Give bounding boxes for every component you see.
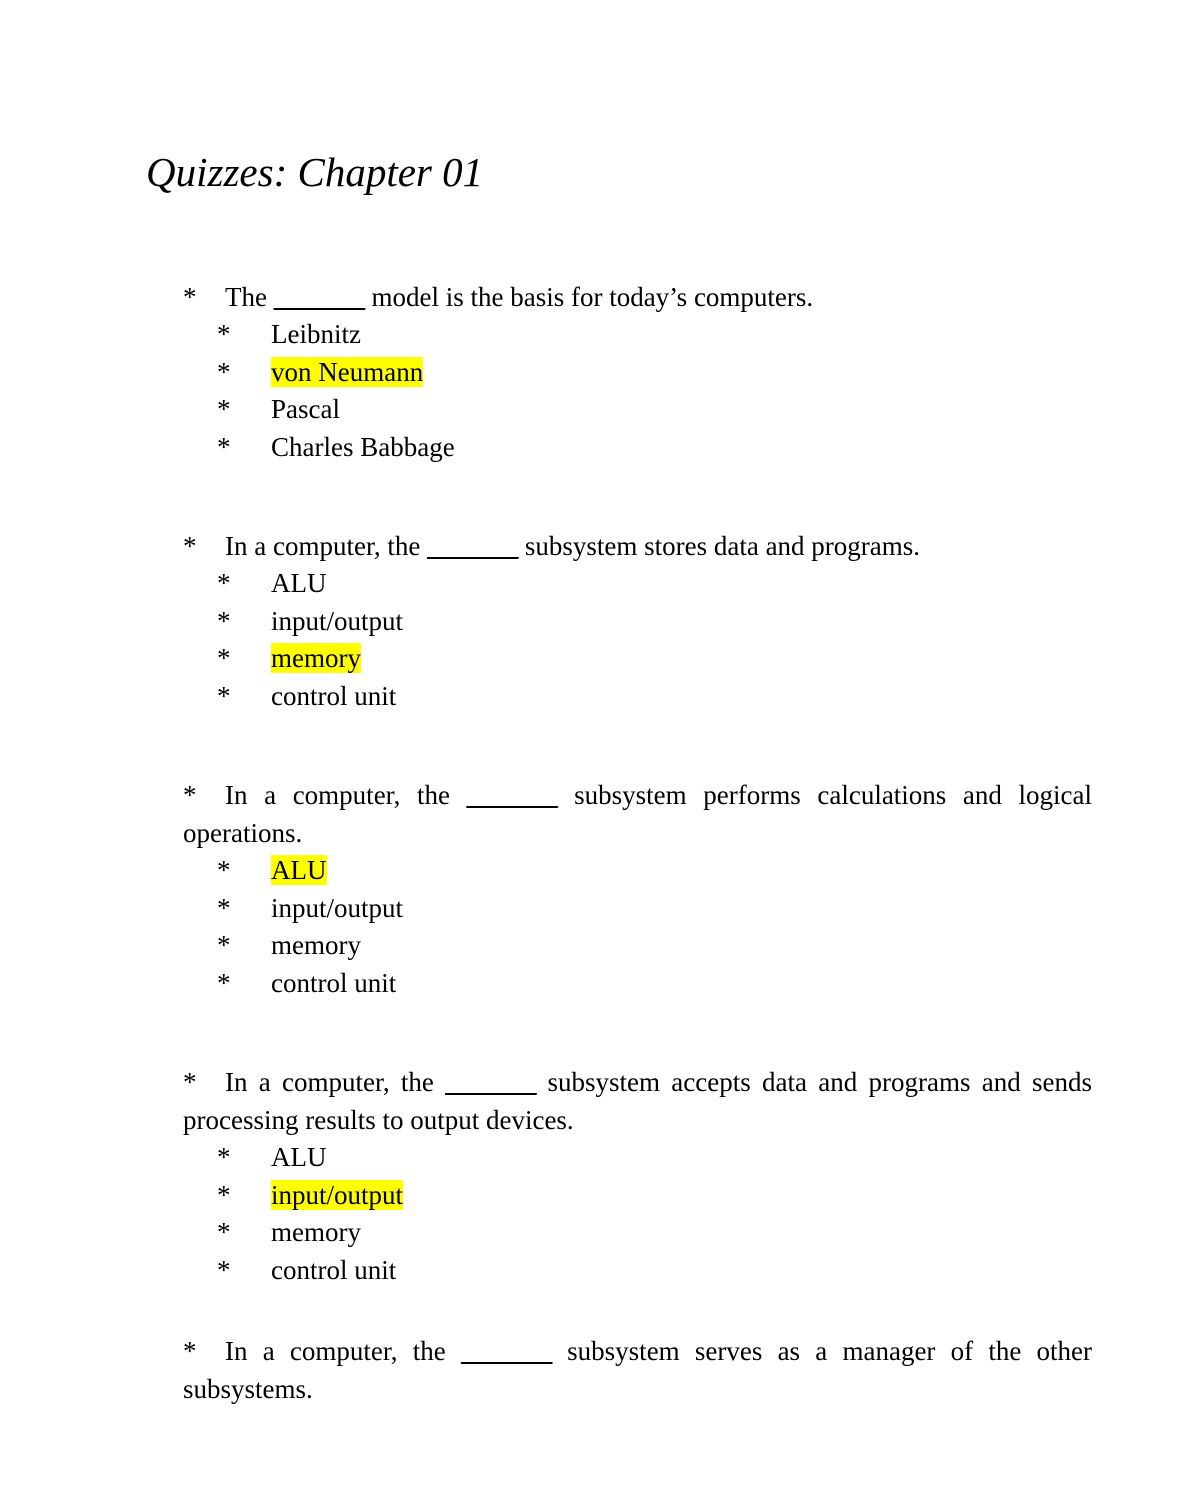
question-text-3: * In a computer, the _______ subsystem pe… — [183, 776, 1092, 852]
option-label: memory — [271, 930, 361, 960]
option-label: control unit — [271, 680, 397, 711]
question-text-1: * The _______ model is the basis for toda… — [183, 278, 1092, 316]
question-text-after-blank: subsystem stores data and programs. — [518, 531, 921, 561]
option-label: Leibnitz — [271, 319, 361, 349]
option-item[interactable]: * Pascal — [183, 391, 1092, 429]
option-item[interactable]: * von Neumann — [183, 354, 1092, 392]
answer-blank: _______ — [466, 780, 559, 810]
option-item[interactable]: * ALU — [183, 852, 1092, 890]
option-bullet-marker: * — [217, 356, 231, 387]
option-item[interactable]: * memory — [183, 640, 1092, 678]
option-list-2: * ALU * input/output * memory * control unit — [183, 565, 1092, 715]
question-block-2: * In a computer, the _______ subsystem st… — [183, 527, 1092, 715]
option-bullet-marker: * — [217, 568, 231, 598]
option-bullet-marker: * — [217, 930, 231, 960]
option-list-4: * ALU * input/output * memory * control unit — [183, 1139, 1092, 1289]
question-block-1: * The _______ model is the basis for toda… — [183, 278, 1092, 466]
question-text-5: * In a computer, the _______ subsystem se… — [183, 1332, 1092, 1408]
question-block-5: * In a computer, the _______ subsystem se… — [183, 1332, 1092, 1408]
option-item[interactable]: * input/output — [183, 603, 1092, 641]
option-bullet-marker: * — [217, 680, 231, 711]
option-label-highlighted: ALU — [271, 855, 327, 885]
option-bullet-marker: * — [217, 855, 231, 885]
option-bullet-marker: * — [217, 431, 231, 462]
question-block-3: * In a computer, the _______ subsystem pe… — [183, 776, 1092, 1002]
option-list-3: * ALU * input/output * memory * control unit — [183, 852, 1092, 1002]
option-label: Charles Babbage — [271, 431, 455, 462]
option-item[interactable]: * input/output — [183, 1177, 1092, 1215]
option-item[interactable]: * control unit — [183, 678, 1092, 716]
option-bullet-marker: * — [217, 643, 231, 673]
option-bullet-marker: * — [217, 319, 231, 349]
option-item[interactable]: * Charles Babbage — [183, 429, 1092, 467]
option-label: input/output — [271, 892, 404, 923]
option-bullet-marker: * — [217, 1217, 231, 1247]
option-item[interactable]: * Leibnitz — [183, 316, 1092, 354]
quiz-question-list: * The _______ model is the basis for toda… — [183, 278, 1092, 1408]
option-label: Pascal — [271, 394, 340, 424]
option-label: ALU — [271, 568, 327, 598]
option-item[interactable]: * control unit — [183, 965, 1092, 1003]
question-bullet-marker: * — [183, 780, 197, 810]
option-item[interactable]: * memory — [183, 927, 1092, 965]
question-text-before-blank: In a computer, the — [225, 780, 467, 810]
option-label: control unit — [271, 1254, 397, 1285]
option-label: control unit — [271, 967, 397, 998]
option-item[interactable]: * input/output — [183, 890, 1092, 928]
option-label-highlighted: von Neumann — [271, 356, 424, 387]
question-text-after-blank: model is the basis for today’s computers… — [364, 282, 814, 312]
answer-blank: _______ — [445, 1067, 537, 1097]
option-item[interactable]: * control unit — [183, 1252, 1092, 1290]
question-text-before-blank: In a computer, the — [225, 1336, 461, 1366]
option-label-highlighted: input/output — [271, 1179, 404, 1210]
answer-blank: _______ — [273, 282, 366, 312]
option-bullet-marker: * — [217, 605, 231, 636]
option-bullet-marker: * — [217, 967, 231, 998]
option-bullet-marker: * — [217, 892, 231, 923]
question-text-before-blank: The — [225, 282, 274, 312]
option-bullet-marker: * — [217, 1179, 231, 1210]
option-bullet-marker: * — [217, 394, 231, 424]
question-bullet-marker: * — [183, 282, 197, 312]
page-title: Quizzes: Chapter 01 — [146, 149, 484, 195]
option-bullet-marker: * — [217, 1142, 231, 1172]
option-item[interactable]: * memory — [183, 1214, 1092, 1252]
document-page: Quizzes: Chapter 01 * The _______ model i… — [0, 0, 1200, 1485]
question-bullet-marker: * — [183, 531, 197, 561]
answer-blank: _______ — [427, 531, 519, 561]
question-text-2: * In a computer, the _______ subsystem st… — [183, 527, 1092, 565]
option-list-1: * Leibnitz * von Neumann * Pascal * Charles … — [183, 316, 1092, 466]
question-bullet-marker: * — [183, 1336, 197, 1366]
option-item[interactable]: * ALU — [183, 1139, 1092, 1177]
question-bullet-marker: * — [183, 1067, 197, 1097]
question-block-4: * In a computer, the _______ subsystem ac… — [183, 1063, 1092, 1289]
question-text-before-blank: In a computer, the — [225, 1067, 446, 1097]
answer-blank: _______ — [460, 1336, 553, 1366]
question-text-4: * In a computer, the _______ subsystem ac… — [183, 1063, 1092, 1139]
question-text-before-blank: In a computer, the — [225, 531, 428, 561]
option-bullet-marker: * — [217, 1254, 231, 1285]
option-label-highlighted: memory — [271, 643, 361, 673]
option-item[interactable]: * ALU — [183, 565, 1092, 603]
option-label: input/output — [271, 605, 404, 636]
option-label: ALU — [271, 1142, 327, 1172]
option-label: memory — [271, 1217, 361, 1247]
